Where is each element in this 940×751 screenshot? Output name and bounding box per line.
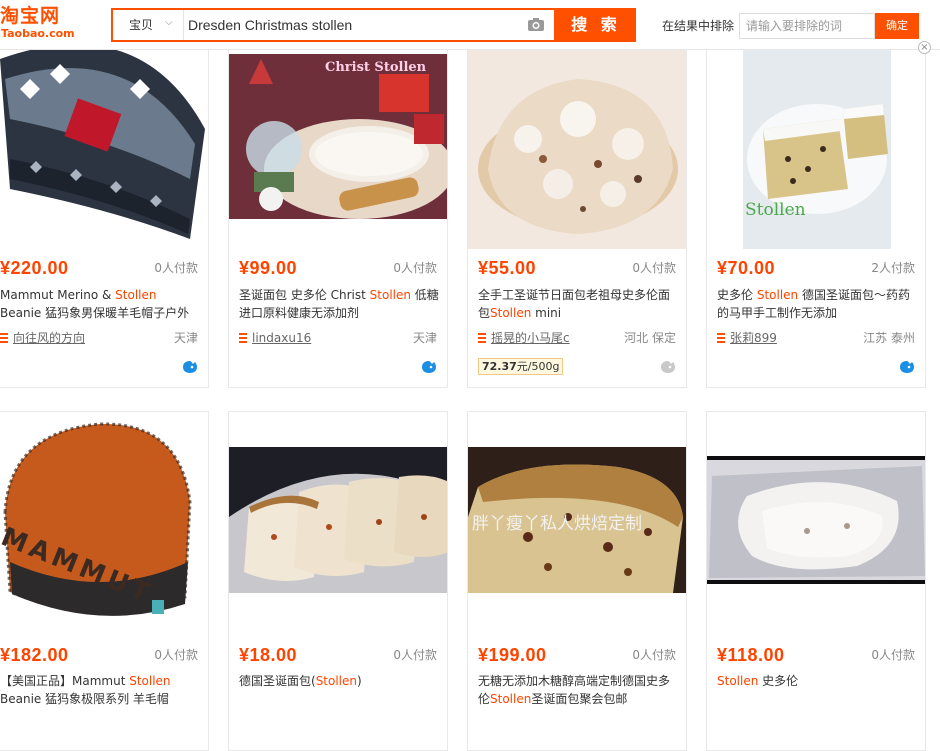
title-text: 史多伦 — [717, 288, 757, 302]
product-card[interactable]: Stollen ¥70.00 2人付款 史多伦 Stollen 德国圣诞面包～药… — [706, 48, 926, 388]
product-image[interactable] — [229, 447, 447, 593]
title-text: 史多伦 — [758, 674, 799, 688]
product-title[interactable]: 全手工圣诞节日面包老祖母史多伦面包Stollen mini — [478, 286, 678, 322]
product-card[interactable]: 胖丫瘦丫私人烘焙定制 ¥199.00 0人付款 无糖无添加木糖醇高端定制德国史多… — [467, 411, 687, 751]
header-divider — [0, 49, 940, 50]
title-text: Mammut Merino & — [0, 288, 116, 302]
product-image[interactable]: Stollen — [743, 49, 891, 249]
product-image[interactable] — [0, 49, 208, 249]
camera-icon[interactable] — [527, 17, 545, 32]
title-text: Beanie 猛犸象极限系列 羊毛帽 — [0, 692, 169, 706]
unit-price-unit: 元/500g — [516, 360, 560, 373]
title-text: 圣诞面包聚会包邮 — [531, 692, 628, 706]
shop-location: 天津 — [173, 331, 198, 345]
sold-count: 0人付款 — [393, 648, 437, 662]
product-price: ¥55.00 — [478, 258, 537, 278]
exclude-confirm-button[interactable]: 确定 — [875, 13, 919, 39]
product-card[interactable]: ¥18.00 0人付款 德国圣诞面包(Stollen) — [228, 411, 448, 751]
product-image[interactable]: 胖丫瘦丫私人烘焙定制 — [468, 447, 686, 593]
product-price: ¥118.00 — [717, 645, 785, 665]
logo-en: Taobao.com — [1, 27, 75, 40]
product-price: ¥199.00 — [478, 645, 547, 665]
product-image[interactable] — [707, 456, 925, 584]
shop-location: 江苏 泰州 — [863, 331, 915, 345]
image-overlay-text: Christ Stollen — [325, 60, 427, 75]
shop-icon — [478, 333, 486, 343]
title-text: 圣诞面包 史多伦 Christ — [239, 288, 370, 302]
product-title[interactable]: 无糖无添加木糖醇高端定制德国史多伦Stollen圣诞面包聚会包邮 — [478, 672, 678, 708]
search-input[interactable]: Dresden Christmas stollen — [188, 10, 508, 40]
sold-count: 0人付款 — [632, 261, 676, 275]
product-card[interactable]: ¥55.00 0人付款 全手工圣诞节日面包老祖母史多伦面包Stollen min… — [467, 48, 687, 388]
sold-count: 0人付款 — [871, 648, 915, 662]
sold-count: 0人付款 — [154, 648, 198, 662]
shop-name-link[interactable]: 张莉899 — [730, 330, 777, 346]
product-card[interactable]: ¥118.00 0人付款 Stollen 史多伦 — [706, 411, 926, 751]
product-title[interactable]: 史多伦 Stollen 德国圣诞面包～药药的马甲手工制作无添加 — [717, 286, 917, 322]
product-price: ¥99.00 — [239, 258, 298, 278]
title-text: 德国圣诞面包( — [239, 674, 316, 688]
unit-price-badge: 72.37元/500g — [478, 358, 564, 375]
search-category-select[interactable]: 宝贝 ⌵ — [113, 10, 184, 40]
product-title[interactable]: 德国圣诞面包(Stollen) — [239, 672, 439, 708]
title-highlight: Stollen — [490, 692, 532, 706]
product-price: ¥70.00 — [717, 258, 776, 278]
image-overlay-text: Stollen — [745, 200, 806, 220]
shop-icon — [0, 333, 8, 343]
logo-cn: 淘宝网 — [0, 5, 61, 27]
product-card[interactable]: ¥220.00 0人付款 Mammut Merino & Stollen Bea… — [0, 48, 209, 388]
title-text: 【美国正品】Mammut — [0, 674, 130, 688]
title-highlight: Stollen — [369, 288, 411, 302]
product-image[interactable]: Christ Stollen — [229, 54, 447, 219]
chevron-down-icon: ⌵ — [165, 17, 173, 28]
wangwang-offline-icon[interactable] — [660, 360, 676, 374]
product-card[interactable]: MAMMUT ¥182.00 0人付款 【美国正品】Mammut Stollen… — [0, 411, 209, 751]
title-highlight: Stollen — [756, 288, 799, 302]
product-title[interactable]: Stollen 史多伦 — [717, 672, 917, 708]
title-highlight: Stollen — [115, 288, 157, 302]
shop-icon — [239, 333, 247, 343]
taobao-logo[interactable]: 淘宝网 Taobao.com — [0, 5, 84, 45]
product-price: ¥18.00 — [239, 645, 298, 665]
exclude-label: 在结果中排除 — [662, 19, 735, 33]
title-text: ) — [357, 674, 362, 688]
close-icon[interactable]: × — [918, 41, 931, 54]
sold-count: 0人付款 — [632, 648, 676, 662]
sold-count: 0人付款 — [393, 261, 437, 275]
title-highlight: Stollen — [315, 674, 358, 688]
search-box: 宝贝 ⌵ Dresden Christmas stollen — [111, 8, 556, 42]
top-search-bar: 淘宝网 Taobao.com 宝贝 ⌵ Dresden Christmas st… — [0, 0, 940, 50]
shop-icon — [717, 333, 725, 343]
product-card[interactable]: Christ Stollen ¥99.00 0人付款 圣诞面包 史多伦 Chri… — [228, 48, 448, 388]
title-text: Beanie 猛犸象男保暖羊毛帽子户外帽子 — [0, 306, 190, 320]
title-highlight: Stollen — [129, 674, 171, 688]
product-title[interactable]: 圣诞面包 史多伦 Christ Stollen 低糖进口原料健康无添加剂 — [239, 286, 439, 322]
image-overlay-text: 胖丫瘦丫私人烘焙定制 — [472, 514, 642, 534]
shop-location: 河北 保定 — [624, 331, 676, 345]
wangwang-chat-icon[interactable] — [182, 360, 198, 374]
search-button[interactable]: 搜 索 — [556, 8, 636, 42]
sold-count: 2人付款 — [871, 261, 915, 275]
product-image[interactable] — [468, 49, 686, 249]
search-category-label: 宝贝 — [129, 18, 154, 32]
exclude-input[interactable]: 请输入要排除的词 — [739, 13, 875, 39]
wangwang-chat-icon[interactable] — [899, 360, 915, 374]
title-highlight: Stollen — [490, 306, 532, 320]
product-title[interactable]: 【美国正品】Mammut Stollen Beanie 猛犸象极限系列 羊毛帽 — [0, 672, 200, 708]
shop-location: 天津 — [412, 331, 437, 345]
shop-name-link[interactable]: lindaxu16 — [252, 330, 311, 346]
unit-price-value: 72.37 — [482, 360, 517, 373]
product-price: ¥220.00 — [0, 258, 69, 278]
title-highlight: Stollen — [717, 674, 759, 688]
shop-name-link[interactable]: 摇晃的小马尾c — [491, 330, 570, 346]
wangwang-chat-icon[interactable] — [421, 360, 437, 374]
product-title[interactable]: Mammut Merino & Stollen Beanie 猛犸象男保暖羊毛帽… — [0, 286, 200, 322]
shop-name-link[interactable]: 向往风的方向 — [13, 330, 85, 346]
product-image[interactable]: MAMMUT — [0, 412, 208, 632]
sold-count: 0人付款 — [154, 261, 198, 275]
product-price: ¥182.00 — [0, 645, 69, 665]
title-text: mini — [531, 306, 562, 320]
